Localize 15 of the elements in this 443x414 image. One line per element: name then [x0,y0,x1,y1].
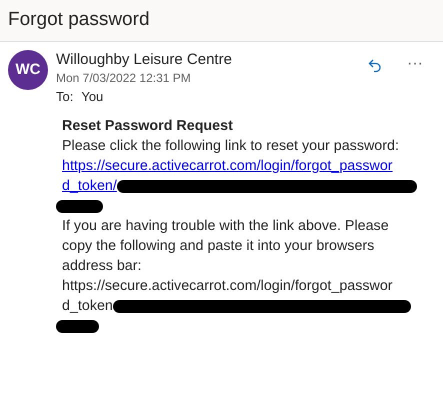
recipient-name: You [81,89,104,104]
recipient-label: To: [56,89,74,104]
message-text: If you are having trouble with the link above. Please copy the following and paste it into your browsers address bar: [62,217,390,276]
avatar: WC [8,50,48,90]
url-text: d_token [62,297,113,316]
url-text: https://secure.activecarrot.com/login/forgot_passwor [62,277,393,296]
reply-icon[interactable] [367,57,384,74]
sent-date: Mon 7/03/2022 12:31 PM [56,70,192,86]
reset-link[interactable]: d_token/ [62,176,117,196]
message-heading: Reset Password Request [62,117,234,136]
sender-name: Willoughby Leisure Centre [56,50,233,70]
email-subject: Forgot password [8,8,151,32]
reset-link[interactable]: https://secure.activecarrot.com/login/forgot_passwor [62,156,393,176]
more-button[interactable]: ··· [403,54,427,74]
message-text: Please click the following link to reset your password: [62,137,400,156]
